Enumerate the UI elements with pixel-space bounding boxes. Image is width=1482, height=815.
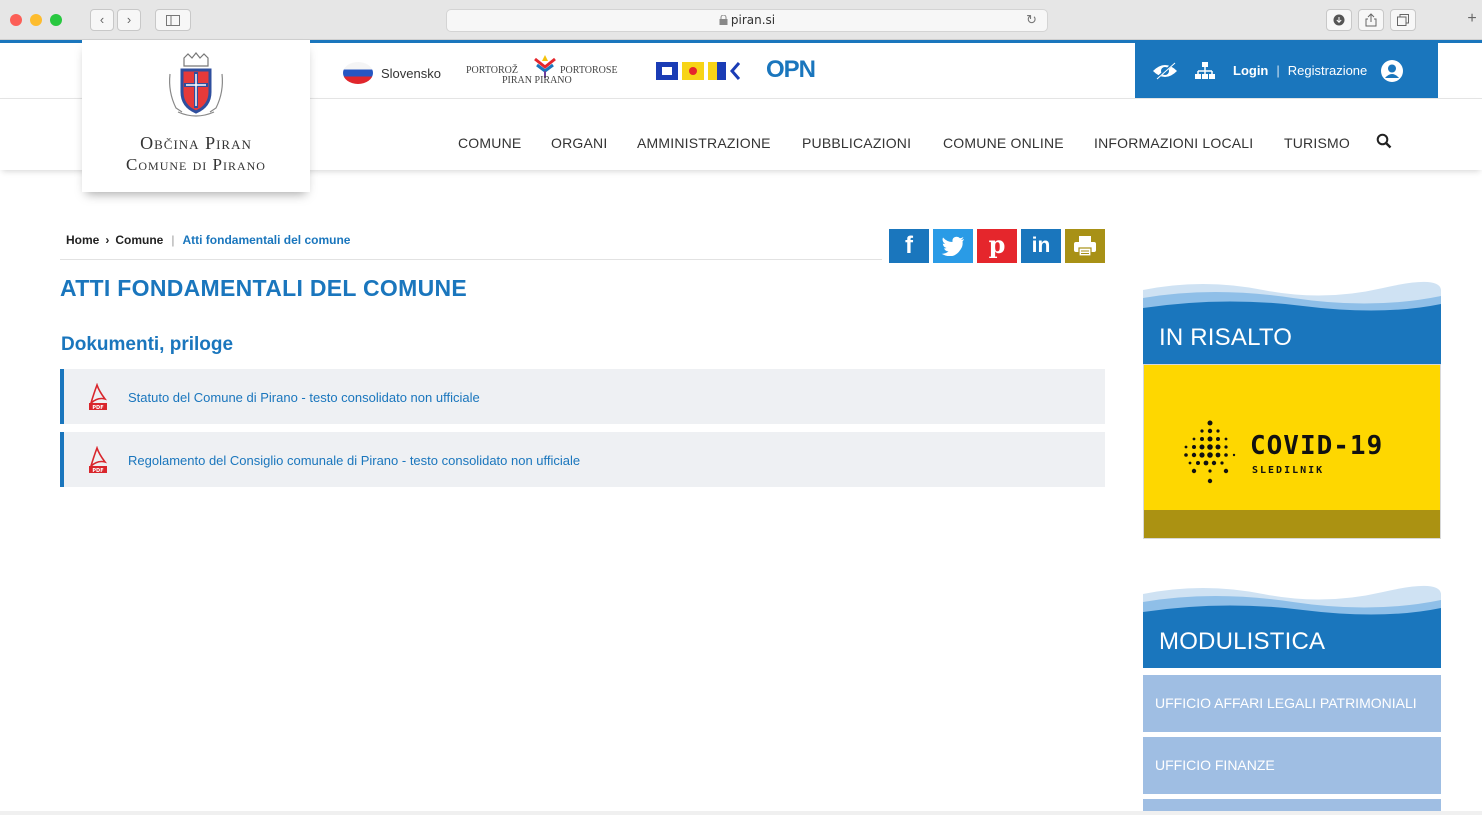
covid-title: COVID-19: [1250, 431, 1384, 461]
nav-item-informazioni-locali[interactable]: INFORMAZIONI LOCALI: [1094, 135, 1253, 151]
signal-flag-icon: [656, 62, 678, 80]
pinterest-icon: p: [988, 229, 1006, 259]
forms-item-finance[interactable]: UFFICIO FINANZE: [1143, 737, 1441, 794]
accessibility-eye-icon[interactable]: [1151, 61, 1179, 80]
sidebar-icon: [166, 15, 180, 26]
portoroz-text-bottom: PIRAN PIRANO: [502, 75, 572, 86]
highlight-widget-header: IN RISALTO: [1143, 280, 1441, 364]
zoom-window-button[interactable]: [50, 14, 62, 26]
slovenia-flag-icon: [343, 62, 373, 84]
svg-text:PDF: PDF: [92, 468, 103, 474]
search-icon[interactable]: [1376, 133, 1392, 149]
browser-toolbar: ‹ › piran.si ↻ +: [0, 0, 1482, 40]
breadcrumb-divider-line: [60, 259, 882, 260]
share-page-button[interactable]: [1358, 9, 1384, 31]
nav-item-pubblicazioni[interactable]: PUBBLICAZIONI: [802, 135, 911, 151]
url-text: piran.si: [730, 13, 776, 27]
address-bar[interactable]: piran.si ↻: [446, 9, 1048, 32]
language-switch[interactable]: Slovensko: [343, 58, 441, 88]
document-list-item[interactable]: PDF Statuto del Comune di Pirano - testo…: [60, 369, 1105, 424]
breadcrumb-separator: ›: [105, 233, 110, 247]
login-link[interactable]: Login: [1233, 63, 1268, 78]
signal-flag-icon: [708, 62, 726, 80]
sitemap-icon[interactable]: [1195, 61, 1215, 80]
covid-dots-icon: [1184, 420, 1236, 484]
document-list-item[interactable]: PDF Regolamento del Consiglio comunale d…: [60, 432, 1105, 487]
account-separator: |: [1276, 63, 1280, 78]
pinterest-share-button[interactable]: p: [977, 229, 1017, 263]
minimize-window-button[interactable]: [30, 14, 42, 26]
forward-button[interactable]: ›: [117, 9, 141, 31]
logo-text-italian: Comune di Pirano: [126, 155, 266, 174]
page-title: ATTI FONDAMENTALI DEL COMUNE: [60, 275, 468, 301]
forms-widget-header: MODULISTICA: [1143, 584, 1441, 668]
logo-text-slovene: Občina Piran: [140, 133, 252, 153]
register-link[interactable]: Registrazione: [1288, 63, 1368, 78]
portoroz-tourism-logo[interactable]: PORTOROŽ PORTOROSE PIRAN PIRANO: [466, 55, 626, 89]
covid-banner-footer: [1144, 510, 1440, 538]
covid-tracker-banner[interactable]: COVID-19 SLEDILNIK: [1143, 364, 1441, 539]
coat-of-arms-icon: [169, 52, 223, 117]
covid-subtitle: SLEDILNIK: [1252, 465, 1325, 476]
tabs-icon: [1397, 14, 1409, 26]
new-tab-button[interactable]: +: [1462, 9, 1482, 31]
nav-item-organi[interactable]: ORGANI: [551, 135, 607, 151]
breadcrumb: Home › Comune | Atti fondamentali del co…: [66, 233, 350, 247]
nav-item-turismo[interactable]: TURISMO: [1284, 135, 1350, 151]
pdf-icon: PDF: [89, 446, 108, 474]
breadcrumb-comune[interactable]: Comune: [115, 233, 163, 247]
language-label: Slovensko: [381, 65, 441, 81]
reload-icon[interactable]: ↻: [1026, 10, 1037, 31]
twitter-icon: [941, 236, 964, 256]
highlight-widget-title: IN RISALTO: [1159, 324, 1293, 351]
opn-logo[interactable]: OPN: [766, 56, 816, 84]
forms-widget-title: MODULISTICA: [1159, 628, 1326, 655]
sidebar-toggle-button[interactable]: [155, 9, 191, 31]
signal-pennant-icon: [730, 62, 740, 80]
breadcrumb-divider: |: [171, 233, 175, 247]
forms-item-next[interactable]: [1143, 799, 1441, 811]
linkedin-icon: in: [1031, 234, 1051, 257]
print-button[interactable]: [1065, 229, 1105, 263]
svg-text:PDF: PDF: [92, 405, 103, 411]
breadcrumb-home[interactable]: Home: [66, 233, 99, 247]
share-icon: [1365, 13, 1377, 27]
tabs-button[interactable]: [1390, 9, 1416, 31]
facebook-share-button[interactable]: f: [889, 229, 929, 263]
site-logo[interactable]: Občina Piran Comune di Pirano: [82, 40, 310, 192]
download-icon: [1333, 14, 1345, 26]
close-window-button[interactable]: [10, 14, 22, 26]
section-title: Dokumenti, priloge: [61, 334, 234, 355]
signal-flags-logo[interactable]: [656, 62, 740, 80]
download-button[interactable]: [1326, 9, 1352, 31]
document-link[interactable]: Regolamento del Consiglio comunale di Pi…: [128, 453, 580, 468]
breadcrumb-current[interactable]: Atti fondamentali del comune: [182, 233, 350, 247]
linkedin-share-button[interactable]: in: [1021, 229, 1061, 263]
user-icon[interactable]: [1381, 59, 1404, 82]
forms-spacer: [1143, 668, 1441, 675]
forms-item-legal-affairs[interactable]: UFFICIO AFFARI LEGALI PATRIMONIALI: [1143, 675, 1441, 732]
document-link[interactable]: Statuto del Comune di Pirano - testo con…: [128, 390, 480, 405]
pdf-icon: PDF: [89, 383, 108, 411]
page-bottom-edge: [0, 811, 1482, 815]
nav-item-comune-online[interactable]: COMUNE ONLINE: [943, 135, 1064, 151]
nav-item-amministrazione[interactable]: AMMINISTRAZIONE: [637, 135, 771, 151]
lock-icon: [719, 14, 728, 25]
print-icon: [1074, 236, 1096, 257]
twitter-share-button[interactable]: [933, 229, 973, 263]
facebook-icon: f: [905, 232, 913, 259]
nav-item-comune[interactable]: COMUNE: [458, 135, 521, 151]
signal-flag-icon: [682, 62, 704, 80]
account-bar: Login | Registrazione: [1135, 43, 1438, 98]
back-button[interactable]: ‹: [90, 9, 114, 31]
